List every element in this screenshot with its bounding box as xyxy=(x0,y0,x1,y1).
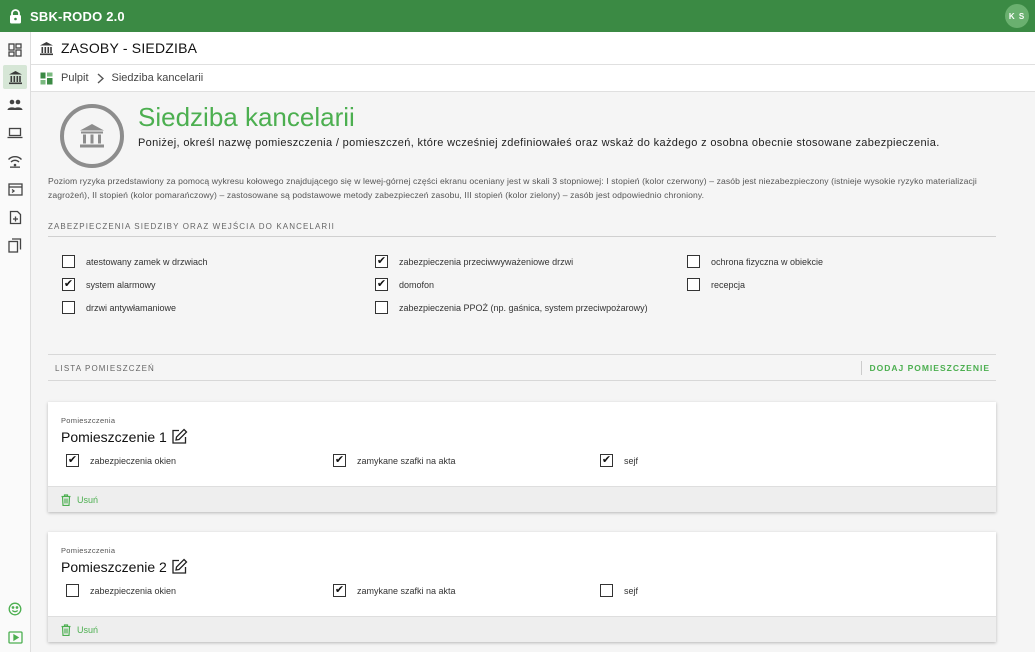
security-section-label: ZABEZPIECZENIA SIEDZIBY ORAZ WEJŚCIA DO … xyxy=(48,222,335,231)
breadcrumb-home[interactable]: Pulpit xyxy=(61,72,89,84)
dashboard-icon xyxy=(31,72,61,85)
checkbox-option[interactable]: zabezpieczenia PPOŻ (np. gaśnica, system… xyxy=(375,301,648,314)
bank-icon[interactable] xyxy=(3,65,27,89)
checkbox-label: system alarmowy xyxy=(86,279,156,290)
room-name-text: Pomieszczenie 2 xyxy=(61,558,167,575)
chevron-right-icon xyxy=(97,72,104,84)
checkbox-label: zabezpieczenia okien xyxy=(90,455,177,466)
bank-icon xyxy=(78,123,106,149)
section-divider xyxy=(48,236,996,237)
app-title: SBK-RODO 2.0 xyxy=(30,8,125,24)
checkbox-label: zabezpieczenia przeciwwyważeniowe drzwi xyxy=(399,256,574,267)
checkbox-unchecked[interactable] xyxy=(66,584,79,597)
checkbox-checked[interactable]: ✔ xyxy=(66,454,79,467)
smiley-icon[interactable] xyxy=(3,597,27,621)
checkbox-option[interactable]: ✔ zamykane szafki na akta xyxy=(333,584,456,597)
people-icon[interactable] xyxy=(3,93,27,117)
checkbox-label: ochrona fizyczna w obiekcie xyxy=(711,256,824,267)
checkbox-unchecked[interactable] xyxy=(62,255,75,268)
trash-icon xyxy=(61,493,71,506)
checkbox-checked[interactable]: ✔ xyxy=(333,454,346,467)
breadcrumb-current: Siedziba kancelarii xyxy=(111,72,204,84)
delete-room-button[interactable]: Usuń xyxy=(48,616,996,642)
checkbox-unchecked[interactable] xyxy=(687,255,700,268)
add-room-button[interactable]: DODAJ POMIESZCZENIE xyxy=(869,363,990,373)
trash-icon xyxy=(61,623,71,636)
room-card: Pomieszczenia Pomieszczenie 2 Usuń zabezpie… xyxy=(48,532,996,642)
bank-icon xyxy=(31,41,61,56)
checkbox-option[interactable]: ✔ zabezpieczenia przeciwwyważeniowe drzwi xyxy=(375,255,573,268)
checkbox-option[interactable]: ochrona fizyczna w obiekcie xyxy=(687,255,823,268)
checkbox-option[interactable]: drzwi antywłamaniowe xyxy=(62,301,176,314)
rooms-list-label: LISTA POMIESZCZEŃ xyxy=(55,364,155,373)
header-title: ZASOBY - SIEDZIBA xyxy=(61,40,198,56)
checkbox-unchecked[interactable] xyxy=(62,301,75,314)
user-avatar[interactable]: K S xyxy=(1005,4,1029,28)
app-topbar: SBK-RODO 2.0 K S xyxy=(0,0,1035,32)
dashboard-icon[interactable] xyxy=(3,38,27,62)
checkbox-label: sejf xyxy=(624,585,639,596)
breadcrumb: Pulpit Siedziba kancelarii xyxy=(31,65,1035,92)
main-content: Siedziba kancelarii Poniżej, określ nazw… xyxy=(31,92,1035,652)
checkbox-label: drzwi antywłamaniowe xyxy=(86,302,177,313)
checkbox-option[interactable]: sejf xyxy=(600,584,638,597)
terminal-icon[interactable] xyxy=(3,177,27,201)
delete-room-label: Usuń xyxy=(77,624,99,635)
delete-room-label: Usuń xyxy=(77,494,99,505)
room-name: Pomieszczenie 2 xyxy=(61,558,188,575)
laptop-icon[interactable] xyxy=(3,121,27,145)
checkbox-label: atestowany zamek w drzwiach xyxy=(86,256,208,267)
checkbox-option[interactable]: zabezpieczenia okien xyxy=(66,584,176,597)
checkbox-unchecked[interactable] xyxy=(600,584,613,597)
page-title: Siedziba kancelarii xyxy=(138,102,355,132)
page-description: Poniżej, określ nazwę pomieszczenia / po… xyxy=(138,137,940,149)
checkbox-unchecked[interactable] xyxy=(375,301,388,314)
checkbox-option[interactable]: atestowany zamek w drzwiach xyxy=(62,255,208,268)
checkbox-option[interactable]: recepcja xyxy=(687,278,745,291)
divider xyxy=(861,361,862,375)
copy-icon[interactable] xyxy=(3,233,27,257)
document-add-icon[interactable] xyxy=(3,205,27,229)
checkbox-option[interactable]: ✔ zamykane szafki na akta xyxy=(333,454,456,467)
checkbox-unchecked[interactable] xyxy=(687,278,700,291)
room-caption: Pomieszczenia xyxy=(61,416,116,425)
checkbox-label: sejf xyxy=(624,455,639,466)
lock-icon xyxy=(0,0,30,32)
checkbox-checked[interactable]: ✔ xyxy=(375,278,388,291)
checkbox-label: zabezpieczenia PPOŻ (np. gaśnica, system… xyxy=(399,302,648,313)
edit-icon[interactable] xyxy=(171,428,188,445)
checkbox-option[interactable]: ✔ zabezpieczenia okien xyxy=(66,454,176,467)
delete-room-button[interactable]: Usuń xyxy=(48,486,996,512)
page-header: ZASOBY - SIEDZIBA xyxy=(31,32,1035,65)
checkbox-option[interactable]: ✔ sejf xyxy=(600,454,638,467)
checkbox-checked[interactable]: ✔ xyxy=(333,584,346,597)
risk-note: Poziom ryzyka przedstawiony za pomocą wy… xyxy=(48,176,977,200)
rooms-list-bar: LISTA POMIESZCZEŃ DODAJ POMIESZCZENIE xyxy=(48,354,996,381)
checkbox-option[interactable]: ✔ domofon xyxy=(375,278,434,291)
checkbox-label: zamykane szafki na akta xyxy=(357,585,456,596)
room-name-text: Pomieszczenie 1 xyxy=(61,428,167,445)
room-caption: Pomieszczenia xyxy=(61,546,116,555)
play-icon[interactable] xyxy=(3,625,27,649)
checkbox-label: domofon xyxy=(399,279,435,290)
checkbox-checked[interactable]: ✔ xyxy=(375,255,388,268)
room-name: Pomieszczenie 1 xyxy=(61,428,188,445)
checkbox-option[interactable]: ✔ system alarmowy xyxy=(62,278,156,291)
sidebar xyxy=(0,32,31,652)
checkbox-checked[interactable]: ✔ xyxy=(62,278,75,291)
checkbox-label: recepcja xyxy=(711,279,746,290)
room-card: Pomieszczenia Pomieszczenie 1 Usuń ✔ zabezpi… xyxy=(48,402,996,512)
checkbox-label: zamykane szafki na akta xyxy=(357,455,456,466)
edit-icon[interactable] xyxy=(171,558,188,575)
checkbox-label: zabezpieczenia okien xyxy=(90,585,177,596)
risk-circle xyxy=(60,104,124,168)
checkbox-checked[interactable]: ✔ xyxy=(600,454,613,467)
wifi-icon[interactable] xyxy=(3,149,27,173)
